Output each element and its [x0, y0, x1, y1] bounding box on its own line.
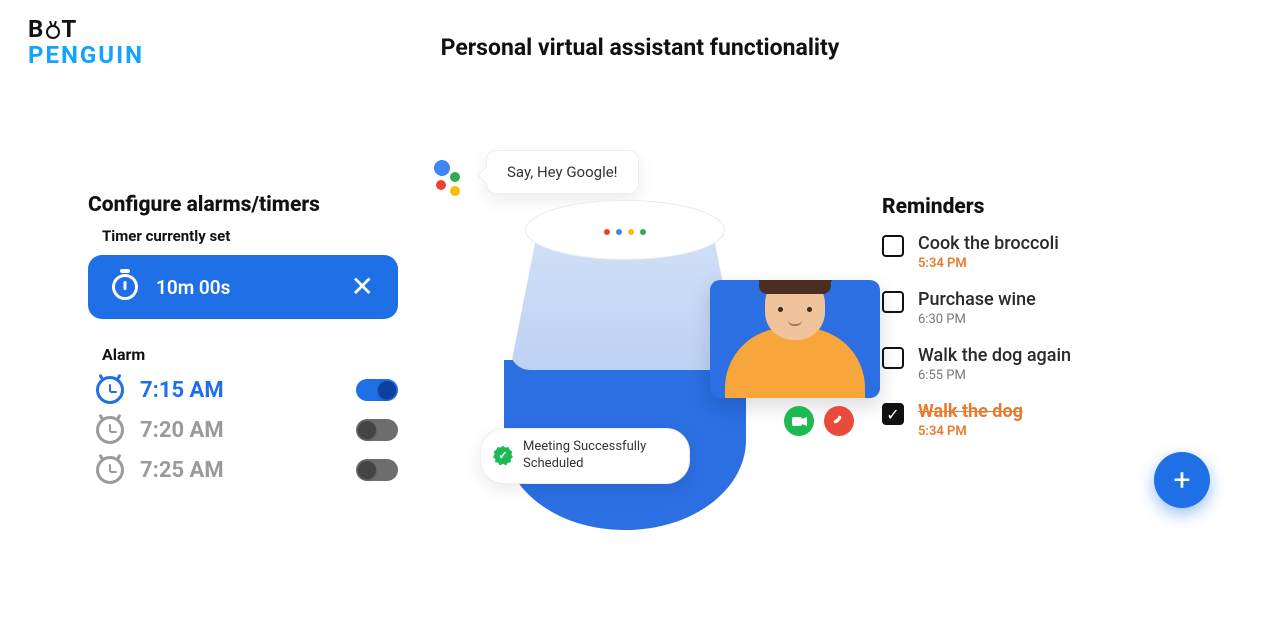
- google-assistant-icon: [430, 160, 470, 200]
- reminder-title: Walk the dog: [918, 401, 1023, 422]
- meeting-scheduled-toast: Meeting Successfully Scheduled: [480, 428, 690, 484]
- reminder-item: ✓ Walk the dog 5:34 PM: [882, 401, 1182, 439]
- reminder-item: Cook the broccoli 5:34 PM: [882, 233, 1182, 271]
- alarm-clock-icon: [96, 456, 124, 484]
- reminders-panel: Reminders Cook the broccoli 5:34 PM Purc…: [882, 195, 1182, 457]
- avatar: [710, 280, 880, 398]
- dismiss-timer-button[interactable]: ✕: [351, 273, 374, 301]
- alarm-clock-icon: [96, 376, 124, 404]
- alarm-time: 7:15 AM: [140, 378, 340, 403]
- reminder-time: 6:30 PM: [918, 312, 1036, 327]
- alarm-row: 7:25 AM: [96, 456, 398, 484]
- reminder-title: Purchase wine: [918, 289, 1036, 310]
- reminder-checkbox[interactable]: [882, 291, 904, 313]
- reminder-item: Purchase wine 6:30 PM: [882, 289, 1182, 327]
- alarm-time: 7:20 AM: [140, 418, 340, 443]
- alarms-panel: Configure alarms/timers Timer currently …: [88, 193, 398, 484]
- video-call-card: [710, 280, 880, 398]
- alarm-row: 7:15 AM: [96, 376, 398, 404]
- timer-currently-set-label: Timer currently set: [102, 227, 398, 245]
- reminder-checkbox[interactable]: ✓: [882, 403, 904, 425]
- success-badge-icon: [493, 446, 513, 466]
- page-title: Personal virtual assistant functionality: [0, 34, 1280, 61]
- stopwatch-icon: [112, 274, 138, 300]
- video-camera-button[interactable]: [784, 406, 814, 436]
- reminder-time: 5:34 PM: [918, 256, 1059, 271]
- alarm-toggle[interactable]: [356, 419, 398, 441]
- reminder-title: Cook the broccoli: [918, 233, 1059, 254]
- reminder-title: Walk the dog again: [918, 345, 1071, 366]
- reminder-time: 6:55 PM: [918, 368, 1071, 383]
- hang-up-button[interactable]: [824, 406, 854, 436]
- timer-value: 10m 00s: [156, 276, 333, 299]
- reminder-item: Walk the dog again 6:55 PM: [882, 345, 1182, 383]
- reminder-checkbox[interactable]: [882, 347, 904, 369]
- timer-pill[interactable]: 10m 00s ✕: [88, 255, 398, 319]
- alarm-clock-icon: [96, 416, 124, 444]
- alarms-heading: Configure alarms/timers: [88, 193, 398, 217]
- reminder-checkbox[interactable]: [882, 235, 904, 257]
- alarm-row: 7:20 AM: [96, 416, 398, 444]
- alarm-section-label: Alarm: [102, 345, 398, 364]
- reminders-heading: Reminders: [882, 195, 1182, 219]
- reminder-time: 5:34 PM: [918, 424, 1023, 439]
- alarm-toggle[interactable]: [356, 379, 398, 401]
- speech-bubble: Say, Hey Google!: [486, 150, 639, 194]
- alarm-time: 7:25 AM: [140, 458, 340, 483]
- alarm-toggle[interactable]: [356, 459, 398, 481]
- add-reminder-fab[interactable]: +: [1154, 452, 1210, 508]
- device-led-dots: [604, 229, 646, 235]
- assistant-illustration: Say, Hey Google! Meeting Successfully: [430, 140, 870, 560]
- plus-icon: +: [1173, 463, 1190, 498]
